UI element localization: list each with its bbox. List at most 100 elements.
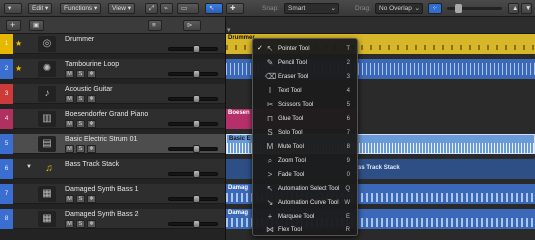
menu-item-marquee-tool[interactable]: + Marquee Tool E xyxy=(253,210,357,224)
menu-item-label: Pencil Tool xyxy=(278,60,307,66)
menu-item-fade-tool[interactable]: > Fade Tool 0 xyxy=(253,168,357,182)
piano-icon: ▥ xyxy=(38,111,56,127)
menu-item-shortcut: 6 xyxy=(346,116,350,122)
menu-item-shortcut: 4 xyxy=(346,88,350,94)
fader-knob[interactable] xyxy=(193,95,200,103)
add-track-button[interactable]: + xyxy=(6,20,21,31)
region-label: Damag xyxy=(228,210,249,216)
menu-item-solo-tool[interactable]: S Solo Tool 7 xyxy=(253,126,357,140)
menu-item-label: Fade Tool xyxy=(278,172,305,178)
menu-item-text-tool[interactable]: I Text Tool 4 xyxy=(253,84,357,98)
tambourine-icon: ✺ xyxy=(38,61,56,77)
mute-button[interactable]: M xyxy=(65,220,74,228)
waveform-zoom-icon[interactable]: ⁘ xyxy=(428,3,442,14)
disclosure-triangle-icon[interactable]: ▼ xyxy=(26,164,34,170)
mode-toggle-button[interactable]: ▭ xyxy=(177,3,199,14)
freeze-button[interactable]: ❄ xyxy=(87,120,96,128)
freeze-button[interactable]: ❄ xyxy=(87,195,96,203)
volume-fader[interactable] xyxy=(168,170,218,178)
solo-button[interactable]: S xyxy=(76,195,85,203)
synth-icon: ▦ xyxy=(38,186,56,202)
tool-menu: ✓ ↖ Pointer Tool T ✎ Pencil Tool 2 ⌫ Eraser To… xyxy=(252,38,358,236)
edit-menu-label: Edit xyxy=(32,5,44,12)
zoom-in-icon[interactable]: ▲ xyxy=(508,3,519,14)
menu-item-mute-tool[interactable]: M Mute Tool 8 xyxy=(253,140,357,154)
filter-icon[interactable]: ≡ xyxy=(148,20,162,31)
solo-button[interactable]: S xyxy=(76,70,85,78)
volume-fader[interactable] xyxy=(168,195,218,203)
track-header[interactable]: 2 ★ ✺ Tambourine Loop M S ❄ xyxy=(0,59,225,79)
secondary-tool-select-button[interactable]: ✚ xyxy=(226,3,244,14)
zoom-out-icon[interactable]: ▼ xyxy=(521,3,532,14)
mute-button[interactable]: M xyxy=(65,95,74,103)
menu-item-automation-curve-tool[interactable]: ↘ Automation Curve Tool W xyxy=(253,196,357,210)
snap-label: Snap: xyxy=(262,5,279,12)
mute-button[interactable]: M xyxy=(65,120,74,128)
collapse-icon[interactable]: ⊳ xyxy=(183,20,201,31)
global-tracks-icon[interactable]: ▣ xyxy=(29,20,44,31)
drag-dropdown[interactable]: No Overlap ⌄ xyxy=(375,3,423,14)
fader-knob[interactable] xyxy=(193,120,200,128)
track-header[interactable]: 6 ▼ ♫ Bass Track Stack xyxy=(0,159,225,179)
menu-item-zoom-tool[interactable]: ⌕ Zoom Tool 9 xyxy=(253,154,357,168)
track-header[interactable]: 7 ▦ Damaged Synth Bass 1 M S ❄ xyxy=(0,184,225,204)
menu-item-label: Automation Select Tool xyxy=(278,186,340,192)
volume-fader[interactable] xyxy=(168,45,218,53)
volume-fader[interactable] xyxy=(168,70,218,78)
link-icon[interactable]: ⌁ xyxy=(160,3,173,14)
fader-knob[interactable] xyxy=(193,220,200,228)
volume-fader[interactable] xyxy=(168,120,218,128)
freeze-button[interactable]: ❄ xyxy=(87,220,96,228)
fader-knob[interactable] xyxy=(193,45,200,53)
volume-fader[interactable] xyxy=(168,220,218,228)
freeze-button[interactable]: ❄ xyxy=(87,95,96,103)
snap-dropdown[interactable]: Smart ⌄ xyxy=(284,3,339,14)
menu-item-glue-tool[interactable]: ⊓ Glue Tool 6 xyxy=(253,112,357,126)
track-header[interactable]: 1 ★ ◎ Drummer xyxy=(0,34,225,54)
track-name[interactable]: Bass Track Stack xyxy=(65,161,119,168)
track-name[interactable]: Drummer xyxy=(65,36,94,43)
freeze-button[interactable]: ❄ xyxy=(87,70,96,78)
mute-button[interactable]: M xyxy=(65,70,74,78)
solo-button[interactable]: S xyxy=(76,95,85,103)
track-header[interactable]: 3 ♪ Acoustic Guitar M S ❄ xyxy=(0,84,225,104)
zoom-slider-knob[interactable] xyxy=(455,4,462,13)
mute-button[interactable]: M xyxy=(65,145,74,153)
functions-menu-button[interactable]: Functions ▾ xyxy=(60,3,102,14)
track-name[interactable]: Boesendorfer Grand Piano xyxy=(65,111,148,118)
menu-item-automation-select-tool[interactable]: ↖ Automation Select Tool Q xyxy=(253,182,357,196)
track-name[interactable]: Basic Electric Strum 01 xyxy=(65,136,137,143)
menu-item-shortcut: 5 xyxy=(346,102,350,108)
solo-button[interactable]: S xyxy=(76,145,85,153)
pointer-tool-select-button[interactable]: ↖ xyxy=(205,3,223,14)
mute-button[interactable]: M xyxy=(65,195,74,203)
solo-button[interactable]: S xyxy=(76,120,85,128)
fader-knob[interactable] xyxy=(193,195,200,203)
solo-button[interactable]: S xyxy=(76,220,85,228)
track-name[interactable]: Tambourine Loop xyxy=(65,61,119,68)
toggle-library-button[interactable]: ▾ xyxy=(4,3,22,14)
catch-playhead-icon[interactable]: ⤢ xyxy=(145,3,158,14)
track-name[interactable]: Damaged Synth Bass 1 xyxy=(65,186,139,193)
menu-item-flex-tool[interactable]: ⋈ Flex Tool R xyxy=(253,223,357,237)
view-menu-button[interactable]: View ▾ xyxy=(108,3,136,14)
track-header[interactable]: 8 ▦ Damaged Synth Bass 2 M S ❄ xyxy=(0,209,225,229)
track-name[interactable]: Acoustic Guitar xyxy=(65,86,112,93)
edit-menu-button[interactable]: Edit ▾ xyxy=(28,3,53,14)
track-header[interactable]: 4 ▥ Boesendorfer Grand Piano M S ❄ xyxy=(0,109,225,129)
menu-item-label: Zoom Tool xyxy=(278,158,306,164)
timeline-ruler[interactable]: ▾ xyxy=(226,17,535,34)
menu-item-scissors-tool[interactable]: ✂ Scissors Tool 5 xyxy=(253,98,357,112)
track-name[interactable]: Damaged Synth Bass 2 xyxy=(65,211,139,218)
menu-item-pencil-tool[interactable]: ✎ Pencil Tool 2 xyxy=(253,56,357,70)
freeze-button[interactable]: ❄ xyxy=(87,145,96,153)
menu-item-eraser-tool[interactable]: ⌫ Eraser Tool 3 xyxy=(253,70,357,84)
fader-knob[interactable] xyxy=(193,145,200,153)
fader-knob[interactable] xyxy=(193,170,200,178)
fader-knob[interactable] xyxy=(193,70,200,78)
volume-fader[interactable] xyxy=(168,145,218,153)
volume-fader[interactable] xyxy=(168,95,218,103)
track-header[interactable]: 5 ▤ Basic Electric Strum 01 M S ❄ xyxy=(0,134,225,154)
zoom-slider[interactable] xyxy=(447,4,502,13)
menu-item-pointer-tool[interactable]: ✓ ↖ Pointer Tool T xyxy=(253,42,357,56)
